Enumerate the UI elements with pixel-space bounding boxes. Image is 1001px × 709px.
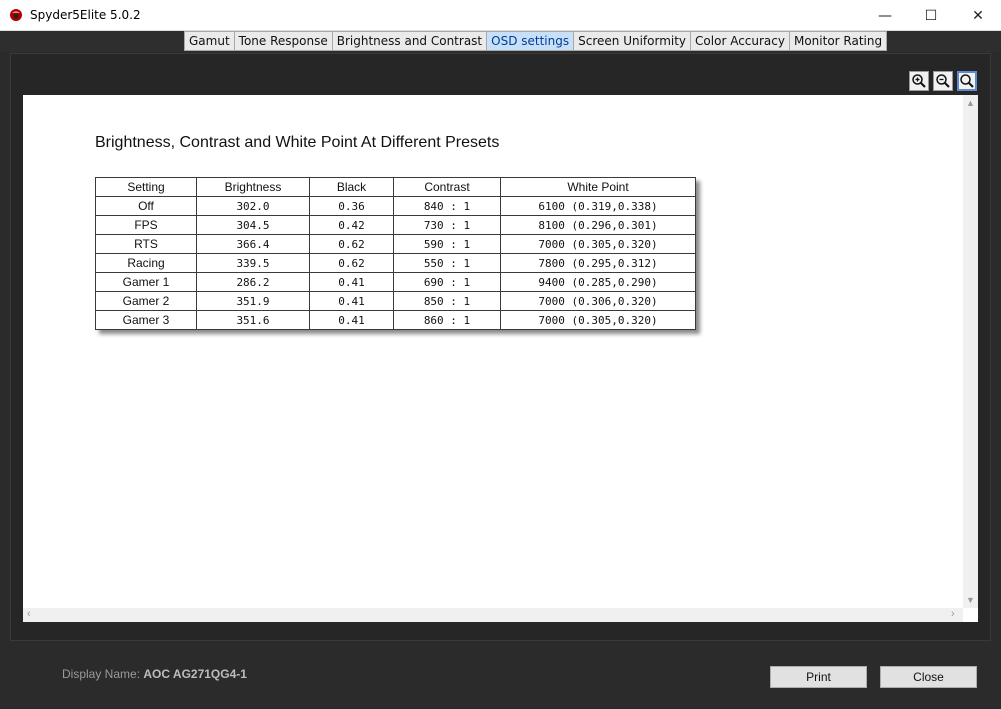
cell-black: 0.42	[309, 215, 394, 235]
vertical-scrollbar[interactable]: ▲ ▼	[963, 95, 978, 608]
cell-white-point: 8100 (0.296,0.301)	[500, 215, 696, 235]
cell-white-point: 7000 (0.305,0.320)	[500, 310, 696, 330]
tab-color-accuracy[interactable]: Color Accuracy	[691, 31, 790, 51]
cell-white-point: 7000 (0.305,0.320)	[500, 234, 696, 254]
cell-contrast: 850 : 1	[393, 291, 501, 311]
cell-black: 0.41	[309, 272, 394, 292]
table-row: Gamer 3 351.6 0.41 860 : 1 7000 (0.305,0…	[95, 310, 696, 330]
table-row: Off 302.0 0.36 840 : 1 6100 (0.319,0.338…	[95, 196, 696, 216]
zoom-toolbar	[909, 71, 977, 91]
zoom-out-icon	[936, 74, 950, 88]
cell-black: 0.36	[309, 196, 394, 216]
maximize-button[interactable]: ☐	[908, 0, 954, 31]
column-header-contrast: Contrast	[393, 177, 501, 197]
cell-setting: RTS	[95, 234, 197, 254]
cell-black: 0.41	[309, 291, 394, 311]
cell-white-point: 6100 (0.319,0.338)	[500, 196, 696, 216]
table-header-row: Setting Brightness Black Contrast White …	[95, 177, 696, 197]
zoom-fit-icon	[960, 74, 974, 88]
cell-contrast: 730 : 1	[393, 215, 501, 235]
cell-black: 0.62	[309, 253, 394, 273]
column-header-brightness: Brightness	[196, 177, 310, 197]
cell-black: 0.62	[309, 234, 394, 254]
close-window-button[interactable]: ✕	[955, 0, 1001, 31]
report-title: Brightness, Contrast and White Point At …	[95, 134, 500, 151]
osd-presets-table: Setting Brightness Black Contrast White …	[95, 177, 696, 330]
cell-setting: Gamer 3	[95, 310, 197, 330]
print-button[interactable]: Print	[770, 666, 867, 688]
display-name-label: Display Name:	[62, 667, 144, 681]
scrollbar-corner	[963, 608, 978, 622]
display-name-value: AOC AG271QG4-1	[143, 667, 247, 681]
scroll-down-arrow-icon[interactable]: ▼	[966, 595, 975, 605]
cell-brightness: 286.2	[196, 272, 310, 292]
cell-contrast: 860 : 1	[393, 310, 501, 330]
tab-brightness-contrast[interactable]: Brightness and Contrast	[332, 31, 488, 51]
table-row: RTS 366.4 0.62 590 : 1 7000 (0.305,0.320…	[95, 234, 696, 254]
tab-monitor-rating[interactable]: Monitor Rating	[789, 31, 888, 51]
tab-gamut[interactable]: Gamut	[184, 31, 235, 51]
scroll-right-arrow-icon[interactable]: ›	[951, 608, 955, 620]
cell-white-point: 7800 (0.295,0.312)	[500, 253, 696, 273]
column-header-setting: Setting	[95, 177, 197, 197]
tab-osd-settings[interactable]: OSD settings	[487, 31, 575, 51]
minimize-button[interactable]: —	[862, 0, 908, 31]
tab-bar: Gamut Tone Response Brightness and Contr…	[0, 31, 1001, 52]
zoom-in-button[interactable]	[909, 71, 929, 91]
cell-contrast: 590 : 1	[393, 234, 501, 254]
cell-setting: Racing	[95, 253, 197, 273]
table-row: Gamer 2 351.9 0.41 850 : 1 7000 (0.306,0…	[95, 291, 696, 311]
cell-white-point: 7000 (0.306,0.320)	[500, 291, 696, 311]
cell-brightness: 302.0	[196, 196, 310, 216]
window-title: Spyder5Elite 5.0.2	[30, 8, 141, 22]
cell-contrast: 550 : 1	[393, 253, 501, 273]
column-header-black: Black	[309, 177, 394, 197]
tab-list: Gamut Tone Response Brightness and Contr…	[184, 31, 888, 51]
scroll-up-arrow-icon[interactable]: ▲	[966, 98, 975, 108]
cell-brightness: 351.6	[196, 310, 310, 330]
cell-white-point: 9400 (0.285,0.290)	[500, 272, 696, 292]
cell-setting: Gamer 2	[95, 291, 197, 311]
tab-screen-uniformity[interactable]: Screen Uniformity	[574, 31, 692, 51]
cell-setting: FPS	[95, 215, 197, 235]
scroll-left-arrow-icon[interactable]: ‹	[27, 608, 31, 620]
cell-brightness: 304.5	[196, 215, 310, 235]
close-button[interactable]: Close	[880, 666, 977, 688]
cell-setting: Off	[95, 196, 197, 216]
cell-brightness: 351.9	[196, 291, 310, 311]
cell-contrast: 690 : 1	[393, 272, 501, 292]
horizontal-scrollbar[interactable]: ‹ ›	[23, 608, 963, 622]
zoom-out-button[interactable]	[933, 71, 953, 91]
column-header-white-point: White Point	[500, 177, 696, 197]
table-row: Racing 339.5 0.62 550 : 1 7800 (0.295,0.…	[95, 253, 696, 273]
cell-setting: Gamer 1	[95, 272, 197, 292]
display-name-field: Display Name: AOC AG271QG4-1	[62, 667, 247, 681]
cell-brightness: 339.5	[196, 253, 310, 273]
title-bar: Spyder5Elite 5.0.2 — ☐ ✕	[0, 0, 1001, 31]
cell-brightness: 366.4	[196, 234, 310, 254]
cell-black: 0.41	[309, 310, 394, 330]
table-row: Gamer 1 286.2 0.41 690 : 1 9400 (0.285,0…	[95, 272, 696, 292]
zoom-fit-button[interactable]	[957, 71, 977, 91]
report-canvas: Brightness, Contrast and White Point At …	[23, 95, 963, 608]
table-row: FPS 304.5 0.42 730 : 1 8100 (0.296,0.301…	[95, 215, 696, 235]
tab-tone-response[interactable]: Tone Response	[234, 31, 333, 51]
cell-contrast: 840 : 1	[393, 196, 501, 216]
spyder-app-icon	[10, 9, 22, 21]
zoom-in-icon	[912, 74, 926, 88]
